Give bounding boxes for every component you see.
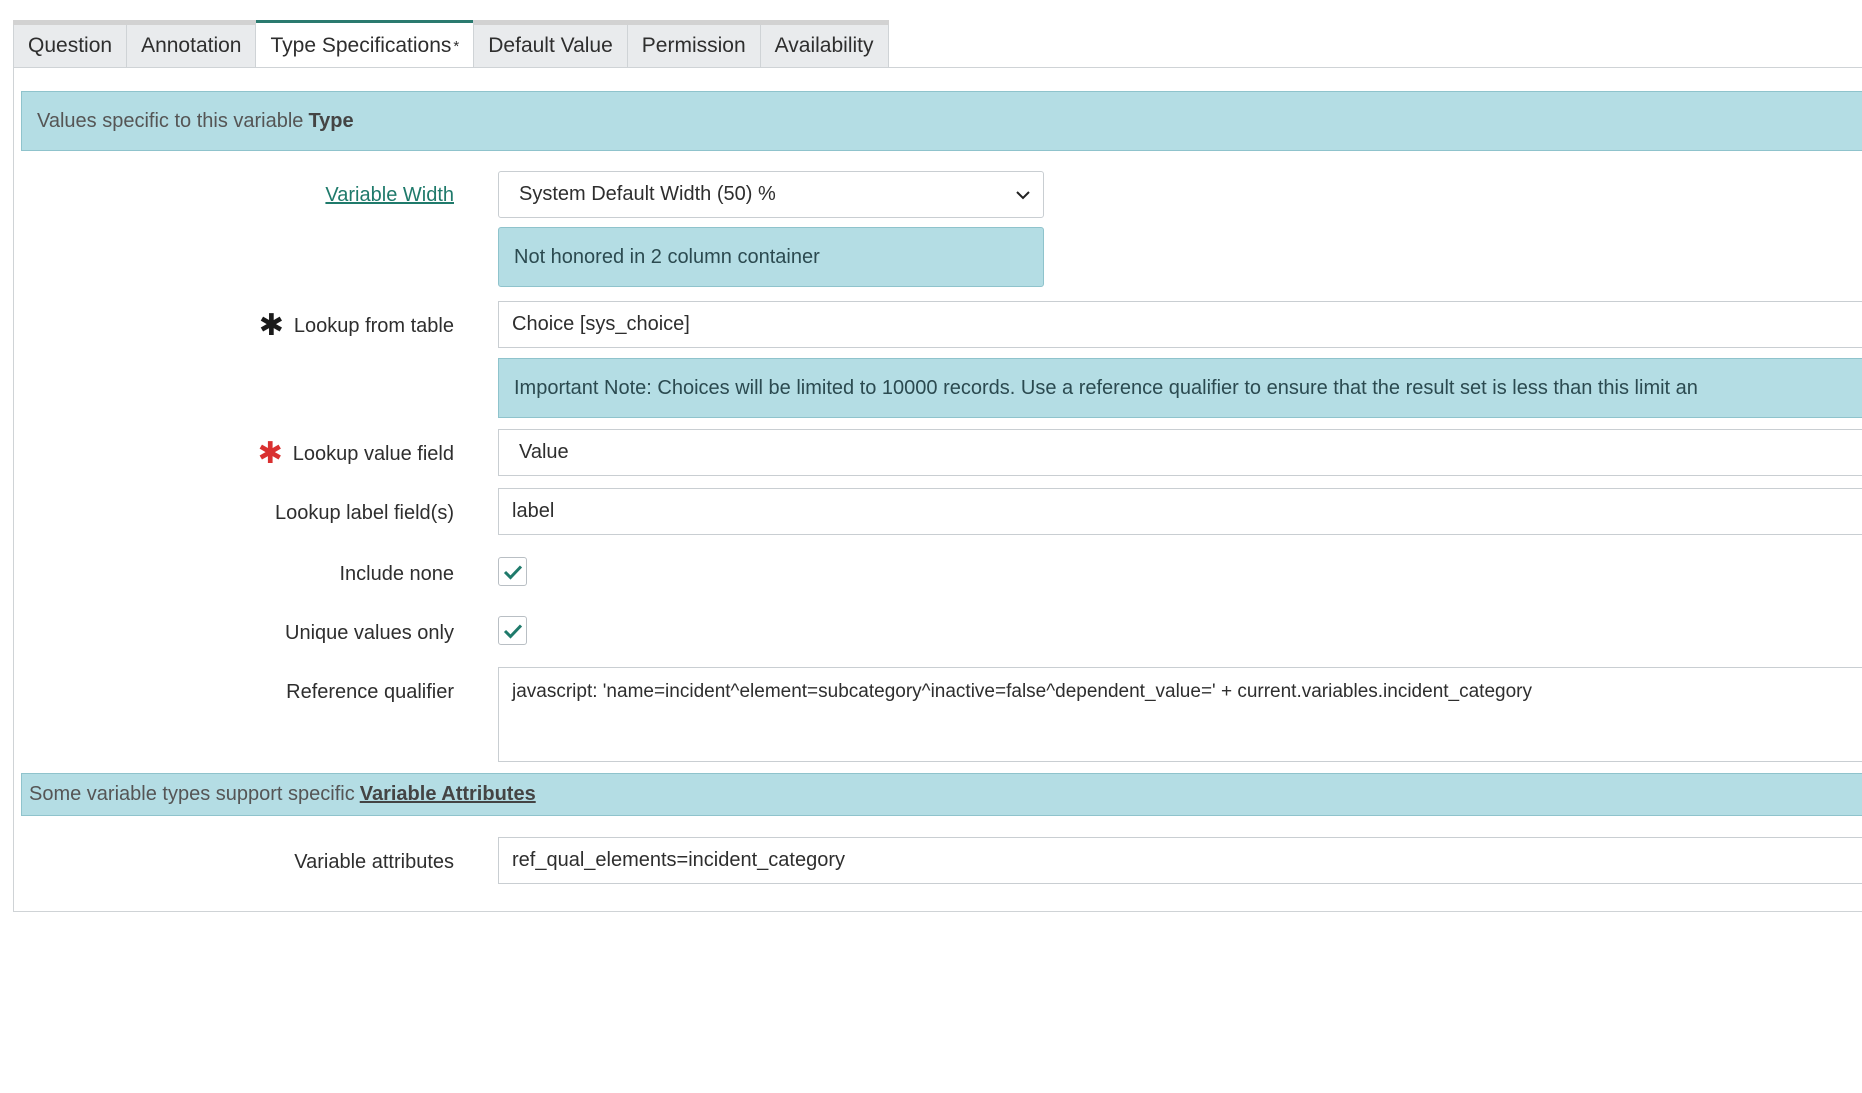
tab-bar: Question Annotation Type Specifications *… (13, 20, 889, 68)
chevron-down-icon (1016, 190, 1030, 199)
lookup-label-value: label (512, 500, 555, 522)
tab-label: Question (28, 34, 113, 57)
tab-question[interactable]: Question (13, 25, 128, 68)
tab-default-value[interactable]: Default Value (474, 25, 628, 68)
variable-width-select[interactable]: System Default Width (50) % (498, 171, 1044, 218)
variable-attributes-label: Variable attributes (294, 850, 454, 873)
lookup-table-label: ✱ Lookup from table (258, 309, 454, 342)
checkmark-icon (503, 564, 522, 580)
checkmark-icon (503, 623, 522, 639)
width-note: Not honored in 2 column container (498, 227, 1044, 287)
reference-qualifier-value: javascript: 'name=incident^element=subca… (512, 681, 1532, 702)
lookup-value-value: Value (519, 441, 569, 463)
variable-width-label[interactable]: Variable Width (325, 183, 454, 207)
tab-label: Type Specifications (270, 34, 452, 57)
attributes-section-header: Some variable types support specific Var… (21, 773, 1862, 816)
unique-values-checkbox[interactable] (498, 616, 527, 645)
tab-availability[interactable]: Availability (760, 25, 889, 68)
variable-attributes-field[interactable]: ref_qual_elements=incident_category (498, 837, 1862, 884)
modified-marker: * (453, 37, 460, 55)
section-header-text: Some variable types support specific (29, 783, 355, 805)
include-none-checkbox[interactable] (498, 557, 527, 586)
tab-label: Annotation (141, 34, 242, 57)
section-header-bold: Type (308, 109, 354, 132)
lookup-table-note: Important Note: Choices will be limited … (498, 358, 1862, 418)
lookup-table-field[interactable]: Choice [sys_choice] (498, 301, 1862, 348)
asterisk-icon: ✱ (258, 309, 284, 342)
variable-attributes-value: ref_qual_elements=incident_category (512, 849, 845, 871)
tab-permission[interactable]: Permission (627, 25, 761, 68)
tab-type-specifications[interactable]: Type Specifications * (256, 20, 475, 68)
lookup-label-field[interactable]: label (498, 488, 1862, 535)
tab-label: Default Value (488, 34, 613, 57)
variable-attributes-link[interactable]: Variable Attributes (360, 783, 536, 806)
lookup-table-value: Choice [sys_choice] (512, 313, 690, 335)
section-header-text: Values specific to this variable (37, 109, 304, 132)
tab-label: Availability (774, 34, 874, 57)
unique-values-label: Unique values only (285, 621, 454, 644)
reference-qualifier-textarea[interactable]: javascript: 'name=incident^element=subca… (498, 667, 1862, 762)
lookup-value-field[interactable]: Value (498, 429, 1862, 476)
tab-annotation[interactable]: Annotation (127, 25, 257, 68)
lookup-table-note-text: Important Note: Choices will be limited … (514, 376, 1698, 399)
asterisk-icon: ✱ (257, 437, 283, 470)
lookup-label-label: Lookup label field(s) (275, 501, 454, 524)
variable-width-value: System Default Width (50) % (519, 183, 776, 205)
include-none-label: Include none (339, 562, 454, 585)
lookup-table-label-text: Lookup from table (293, 314, 454, 337)
type-section-header: Values specific to this variable Type (21, 91, 1862, 151)
tab-label: Permission (641, 34, 746, 57)
lookup-value-label: ✱ Lookup value field (257, 437, 454, 470)
width-note-text: Not honored in 2 column container (514, 245, 820, 268)
lookup-value-label-text: Lookup value field (292, 442, 454, 465)
reference-qualifier-label: Reference qualifier (286, 680, 454, 703)
